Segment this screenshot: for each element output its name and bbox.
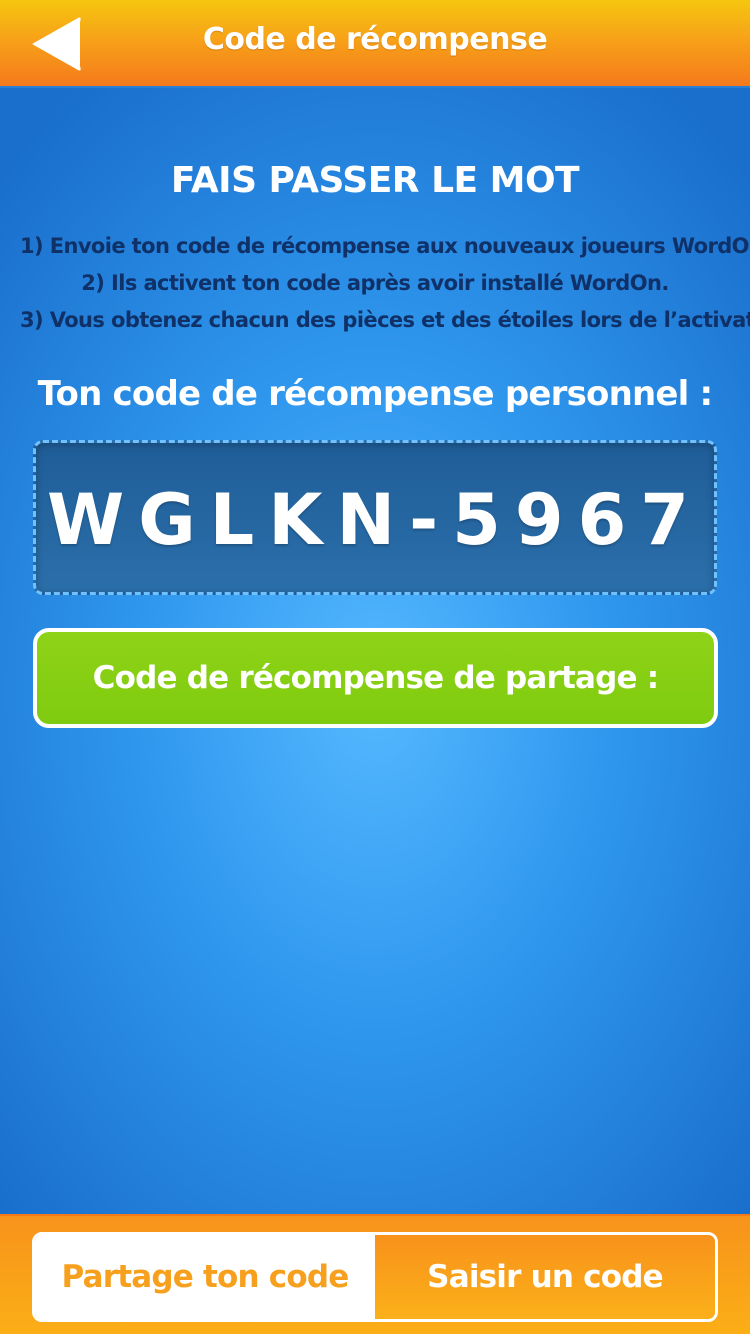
header-bar: Code de récompense <box>0 0 750 88</box>
instructions-list: 1) Envoie ton code de récompense aux nou… <box>20 228 750 339</box>
share-code-button-label: Code de récompense de partage : <box>92 660 659 696</box>
reward-code-screen: Code de récompense FAIS PASSER LE MOT 1)… <box>0 0 750 1334</box>
personal-code-box[interactable]: WGLKN-5967 <box>33 440 717 595</box>
footer-bar: Partage ton code Saisir un code <box>0 1214 750 1334</box>
tab-switcher: Partage ton code Saisir un code <box>32 1232 718 1322</box>
instruction-step-2: 2) Ils activent ton code après avoir ins… <box>81 271 669 295</box>
personal-code-label: Ton code de récompense personnel : <box>37 374 713 414</box>
tab-share-code-label: Partage ton code <box>61 1259 350 1295</box>
instruction-step-1: 1) Envoie ton code de récompense aux nou… <box>20 234 750 258</box>
section-title: FAIS PASSER LE MOT <box>170 160 580 201</box>
personal-code-value: WGLKN-5967 <box>47 479 703 561</box>
tab-share-code[interactable]: Partage ton code <box>35 1235 375 1319</box>
tab-enter-code-label: Saisir un code <box>427 1259 663 1295</box>
tab-enter-code[interactable]: Saisir un code <box>375 1235 715 1319</box>
instruction-step-3: 3) Vous obtenez chacun des pièces et des… <box>20 308 750 332</box>
share-code-button[interactable]: Code de récompense de partage : <box>33 628 718 728</box>
page-title: Code de récompense <box>202 22 548 57</box>
